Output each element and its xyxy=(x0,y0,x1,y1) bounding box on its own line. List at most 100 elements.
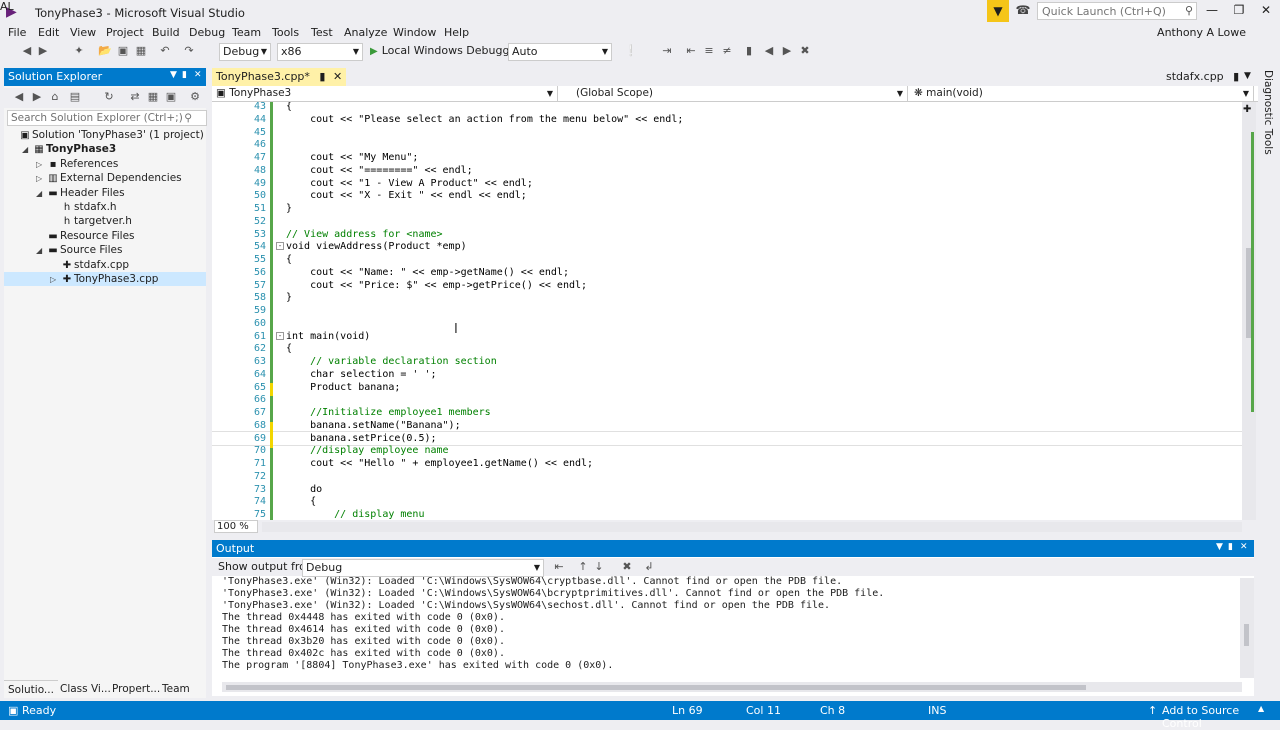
next-message-icon[interactable]: ↓ xyxy=(592,560,606,574)
scrollbar-thumb[interactable] xyxy=(226,685,1086,690)
tree-item[interactable]: h stdafx.h xyxy=(4,200,206,214)
save-icon[interactable]: ▣ xyxy=(116,44,130,58)
code-line[interactable]: - 61 int main(void) xyxy=(212,330,1242,343)
tree-item[interactable]: ◢ ▬ Header Files xyxy=(4,186,206,200)
menu-team[interactable]: Team xyxy=(228,25,265,40)
code-line[interactable]: 73 do xyxy=(212,483,1242,496)
quick-launch-input[interactable] xyxy=(1038,3,1178,19)
tree-item[interactable]: ▷ ▥ External Dependencies xyxy=(4,171,206,185)
project-dropdown[interactable]: ▣ TonyPhase3 ▼ xyxy=(212,86,558,101)
tree-item[interactable]: h targetver.h xyxy=(4,214,206,228)
tree-item[interactable]: ▬ Resource Files xyxy=(4,229,206,243)
output-source-select[interactable]: Debug ▼ xyxy=(302,559,544,577)
collapse-icon[interactable]: - xyxy=(276,242,284,251)
menu-tools[interactable]: Tools xyxy=(268,25,303,40)
code-line[interactable]: 57 cout << "Price: $" << emp->getPrice()… xyxy=(212,279,1242,292)
uncomment-icon[interactable]: ≠ xyxy=(720,44,734,58)
platform-select[interactable]: x86 ▼ xyxy=(277,43,363,61)
code-line[interactable]: 44 cout << "Please select an action from… xyxy=(212,113,1242,126)
menu-file[interactable]: File xyxy=(4,25,30,40)
code-line[interactable]: 63 // variable declaration section xyxy=(212,355,1242,368)
close-icon[interactable]: ✕ xyxy=(1240,542,1248,552)
debugger-mode-select[interactable]: Auto ▼ xyxy=(508,43,612,61)
code-line[interactable]: 51} xyxy=(212,202,1242,215)
code-line[interactable]: 45 xyxy=(212,126,1242,139)
code-line[interactable]: 58} xyxy=(212,291,1242,304)
collapsed-arrow-icon[interactable]: ▷ xyxy=(50,273,60,287)
member-dropdown[interactable]: ❋ main(void) ▼ xyxy=(910,86,1254,101)
start-debugger-button[interactable]: ▶Local Windows Debugger ▼ xyxy=(370,44,530,57)
forward-icon[interactable]: ▶ xyxy=(30,90,44,104)
solution-search-input[interactable]: Search Solution Explorer (Ctrl+;) ⚲ xyxy=(7,110,207,126)
menu-window[interactable]: Window xyxy=(389,25,440,40)
show-all-files-icon[interactable]: ▣ xyxy=(164,90,178,104)
menu-project[interactable]: Project xyxy=(102,25,148,40)
outdent-icon[interactable]: ⇤ xyxy=(684,44,698,58)
avatar[interactable]: AL xyxy=(0,0,14,13)
code-line[interactable]: - 54 void viewAddress(Product *emp) xyxy=(212,240,1242,253)
scope-dropdown[interactable]: (Global Scope) ▼ xyxy=(562,86,908,101)
code-line[interactable]: 50 cout << "X - Exit " << endl << endl; xyxy=(212,189,1242,202)
quick-launch-box[interactable]: ⚲ xyxy=(1037,2,1197,20)
tab-solution-explorer[interactable]: Solutio... xyxy=(4,680,58,698)
tab-tonyphase3-cpp[interactable]: TonyPhase3.cpp* ▮ ✕ xyxy=(212,68,347,86)
tab-team-explorer[interactable]: Team E... xyxy=(158,680,206,713)
scrollbar-thumb[interactable] xyxy=(1244,624,1249,646)
user-name[interactable]: Anthony A Lowe xyxy=(1157,26,1246,39)
menu-view[interactable]: View xyxy=(66,25,100,40)
forward-icon[interactable]: ▶ xyxy=(36,44,50,58)
menu-help[interactable]: Help xyxy=(440,25,473,40)
open-file-icon[interactable]: 📂 xyxy=(98,44,112,58)
menu-debug[interactable]: Debug xyxy=(185,25,229,40)
code-line[interactable]: 65 Product banana; xyxy=(212,381,1242,394)
switch-views-icon[interactable]: ▤ xyxy=(68,90,82,104)
save-all-icon[interactable]: ▦ xyxy=(134,44,148,58)
code-line[interactable]: 59 xyxy=(212,304,1242,317)
code-line[interactable]: 69 banana.setPrice(0.5); xyxy=(212,430,1242,446)
code-line[interactable]: 60 xyxy=(212,317,1242,330)
tab-list-icon[interactable]: ▼ xyxy=(1244,71,1251,81)
tree-item[interactable]: ✚ stdafx.cpp xyxy=(4,258,206,272)
configuration-select[interactable]: Debug ▼ xyxy=(219,43,271,61)
word-wrap-icon[interactable]: ↲ xyxy=(642,560,656,574)
back-icon[interactable]: ◀ xyxy=(20,44,34,58)
code-editor[interactable]: 43 {44 cout << "Please select an action f… xyxy=(212,102,1242,520)
notification-filter-icon[interactable]: ▼ xyxy=(987,0,1009,22)
tree-item[interactable]: ◢ ▦ TonyPhase3 xyxy=(4,142,206,156)
home-icon[interactable]: ⌂ xyxy=(48,90,62,104)
clear-all-icon[interactable]: ✖ xyxy=(620,560,634,574)
maximize-button[interactable]: ❐ xyxy=(1229,3,1249,19)
feedback-icon[interactable]: ☎ xyxy=(1015,3,1031,19)
close-icon[interactable]: ✕ xyxy=(333,70,342,83)
code-line[interactable]: 74 { xyxy=(212,495,1242,508)
scrollbar-thumb[interactable] xyxy=(1246,248,1251,338)
code-line[interactable]: 67 //Initialize employee1 members xyxy=(212,406,1242,419)
tree-item[interactable]: ▷ ✚ TonyPhase3.cpp xyxy=(4,272,206,286)
code-line[interactable]: 68 banana.setName("Banana"); xyxy=(212,419,1242,432)
panel-options-icon[interactable]: ▼ xyxy=(1216,542,1223,552)
minimize-button[interactable]: — xyxy=(1202,3,1222,19)
prev-bookmark-icon[interactable]: ◀ xyxy=(762,44,776,58)
code-line[interactable]: 56 cout << "Name: " << emp->getName() <<… xyxy=(212,266,1242,279)
back-icon[interactable]: ◀ xyxy=(12,90,26,104)
close-window-button[interactable]: ✕ xyxy=(1256,3,1276,19)
new-project-icon[interactable]: ✦ xyxy=(72,44,86,58)
code-line[interactable]: 66 xyxy=(212,393,1242,406)
find-message-icon[interactable]: ⇤ xyxy=(552,560,566,574)
pin-icon[interactable]: ▮ xyxy=(1228,542,1233,552)
next-bookmark-icon[interactable]: ▶ xyxy=(780,44,794,58)
diagnostic-tools-tab[interactable]: Diagnostic Tools xyxy=(1259,68,1277,188)
panel-options-icon[interactable]: ▼ xyxy=(170,70,177,80)
expanded-arrow-icon[interactable]: ◢ xyxy=(36,187,46,201)
code-line[interactable]: 47 cout << "My Menu"; xyxy=(212,151,1242,164)
code-line[interactable]: 72 xyxy=(212,470,1242,483)
code-line[interactable]: 64 char selection = ' '; xyxy=(212,368,1242,381)
menu-edit[interactable]: Edit xyxy=(34,25,63,40)
editor-vertical-scrollbar[interactable]: ✚ xyxy=(1242,102,1256,520)
sync-icon[interactable]: ⇄ xyxy=(128,90,142,104)
split-icon[interactable]: ✚ xyxy=(1243,104,1251,115)
bookmark-icon[interactable]: ▮ xyxy=(742,44,756,58)
editor-horizontal-scrollbar[interactable] xyxy=(262,522,1242,532)
history-icon[interactable]: ↻ xyxy=(102,90,116,104)
prev-message-icon[interactable]: ↑ xyxy=(576,560,590,574)
